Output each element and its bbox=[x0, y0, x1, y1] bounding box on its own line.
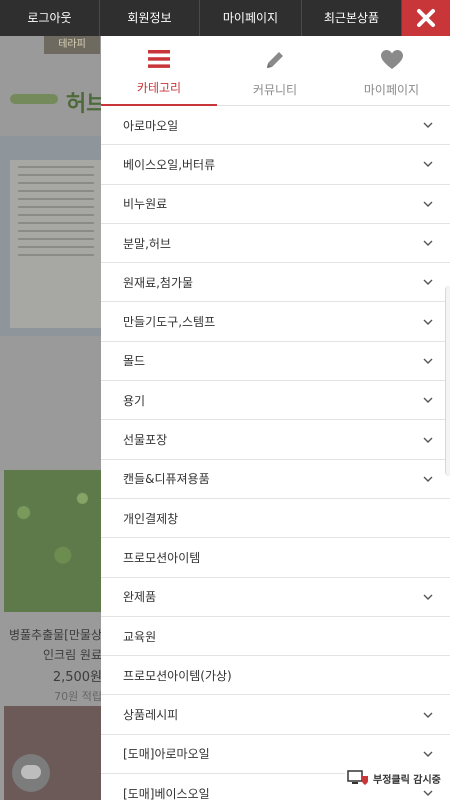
chat-bubble-icon bbox=[21, 765, 41, 779]
product-points: 70원 적립 bbox=[54, 690, 102, 703]
close-button[interactable] bbox=[402, 0, 450, 36]
category-label: 아로마오일 bbox=[123, 118, 179, 133]
category-item[interactable]: 개인결제창 bbox=[101, 499, 450, 539]
category-label: [도매]베이스오일 bbox=[123, 786, 210, 800]
badge-label: 부정클릭 감시중 bbox=[373, 774, 441, 786]
heart-icon bbox=[380, 50, 403, 69]
category-item[interactable]: 분말,허브 bbox=[101, 224, 450, 264]
product-title: 병풀추출물[만물상 bbox=[8, 628, 102, 642]
product-price: 2,500원 bbox=[52, 670, 102, 685]
chevron-down-icon[interactable] bbox=[422, 396, 434, 404]
category-item[interactable]: 교육원 bbox=[101, 617, 450, 657]
category-label: 상품레시피 bbox=[123, 708, 179, 723]
chevron-down-icon[interactable] bbox=[422, 593, 434, 601]
category-label: [도매]아로마오일 bbox=[123, 747, 210, 762]
tab-label: 마이페이지 bbox=[363, 83, 420, 97]
chevron-down-icon[interactable] bbox=[422, 436, 434, 444]
chevron-down-icon[interactable] bbox=[422, 357, 434, 365]
category-label: 베이스오일,버터류 bbox=[123, 157, 216, 172]
category-label: 개인결제창 bbox=[123, 511, 179, 526]
category-item[interactable]: 몰드 bbox=[101, 342, 450, 382]
product-subtitle: 인크림 원료 bbox=[42, 648, 102, 662]
scrollbar[interactable] bbox=[445, 286, 450, 476]
category-label: 만들기도구,스템프 bbox=[123, 315, 216, 330]
category-label: 몰드 bbox=[123, 354, 146, 369]
category-label: 프로모션아이템 bbox=[123, 550, 201, 565]
side-drawer: 카테고리 커뮤니티 마이페이지 아로마오일베이스오일,버터류비누원료분말,허브원… bbox=[101, 36, 450, 800]
leaf-logo-icon bbox=[10, 94, 58, 104]
tab-community[interactable]: 커뮤니티 bbox=[217, 36, 333, 105]
site-logo: 테라피 bbox=[44, 36, 100, 54]
category-item[interactable]: 상품레시피 bbox=[101, 695, 450, 735]
mypage-link[interactable]: 마이페이지 bbox=[200, 0, 302, 36]
category-label: 완제품 bbox=[123, 590, 157, 605]
brand-banner: 허브 bbox=[8, 86, 108, 117]
drawer-tabs: 카테고리 커뮤니티 마이페이지 bbox=[101, 36, 450, 106]
tab-mypage[interactable]: 마이페이지 bbox=[333, 36, 450, 105]
chevron-down-icon[interactable] bbox=[422, 711, 434, 719]
category-item[interactable]: 선물포장 bbox=[101, 420, 450, 460]
category-item[interactable]: 베이스오일,버터류 bbox=[101, 145, 450, 185]
category-item[interactable]: 만들기도구,스템프 bbox=[101, 302, 450, 342]
tab-label: 카테고리 bbox=[136, 81, 182, 95]
chevron-down-icon[interactable] bbox=[422, 121, 434, 129]
chevron-down-icon[interactable] bbox=[422, 200, 434, 208]
menu-icon bbox=[148, 50, 170, 68]
category-item[interactable]: 캔들&디퓨져용품 bbox=[101, 460, 450, 499]
category-label: 프로모션아이템(가상) bbox=[123, 668, 232, 683]
category-label: 비누원료 bbox=[123, 197, 168, 212]
category-label: 선물포장 bbox=[123, 433, 168, 448]
category-item[interactable]: 원재료,첨가물 bbox=[101, 263, 450, 303]
category-item[interactable]: 프로모션아이템(가상) bbox=[101, 656, 450, 696]
chevron-down-icon[interactable] bbox=[422, 750, 434, 758]
chevron-down-icon[interactable] bbox=[422, 160, 434, 168]
monitor-shield-icon bbox=[347, 770, 368, 785]
click-monitor-badge: 부정클릭 감시중 bbox=[345, 768, 450, 788]
tab-category[interactable]: 카테고리 bbox=[101, 36, 217, 106]
category-label: 캔들&디퓨져용품 bbox=[123, 472, 210, 487]
chevron-down-icon[interactable] bbox=[422, 318, 434, 326]
notice-card bbox=[10, 160, 102, 328]
category-item[interactable]: 프로모션아이템 bbox=[101, 538, 450, 578]
tab-label: 커뮤니티 bbox=[252, 83, 298, 97]
chevron-down-icon[interactable] bbox=[422, 475, 434, 483]
category-label: 원재료,첨가물 bbox=[123, 275, 194, 290]
close-icon bbox=[417, 9, 435, 27]
category-label: 분말,허브 bbox=[123, 236, 171, 251]
chevron-down-icon[interactable] bbox=[422, 789, 434, 797]
category-item[interactable]: 완제품 bbox=[101, 578, 450, 617]
chevron-down-icon[interactable] bbox=[422, 239, 434, 247]
member-info-link[interactable]: 회원정보 bbox=[100, 0, 200, 36]
category-label: 교육원 bbox=[123, 629, 157, 644]
chevron-down-icon[interactable] bbox=[422, 278, 434, 286]
recent-products-link[interactable]: 최근본상품 bbox=[302, 0, 402, 36]
chat-button[interactable] bbox=[12, 754, 50, 792]
top-bar: 로그아웃 회원정보 마이페이지 최근본상품 bbox=[0, 0, 450, 36]
product-image bbox=[4, 470, 102, 612]
logout-link[interactable]: 로그아웃 bbox=[0, 0, 100, 36]
category-item[interactable]: 용기 bbox=[101, 381, 450, 421]
category-item[interactable]: 아로마오일 bbox=[101, 106, 450, 146]
pencil-icon bbox=[267, 52, 283, 68]
category-item[interactable]: 비누원료 bbox=[101, 185, 450, 224]
category-list: 아로마오일베이스오일,버터류비누원료분말,허브원재료,첨가물만들기도구,스템프몰… bbox=[101, 106, 450, 800]
category-label: 용기 bbox=[123, 393, 146, 408]
